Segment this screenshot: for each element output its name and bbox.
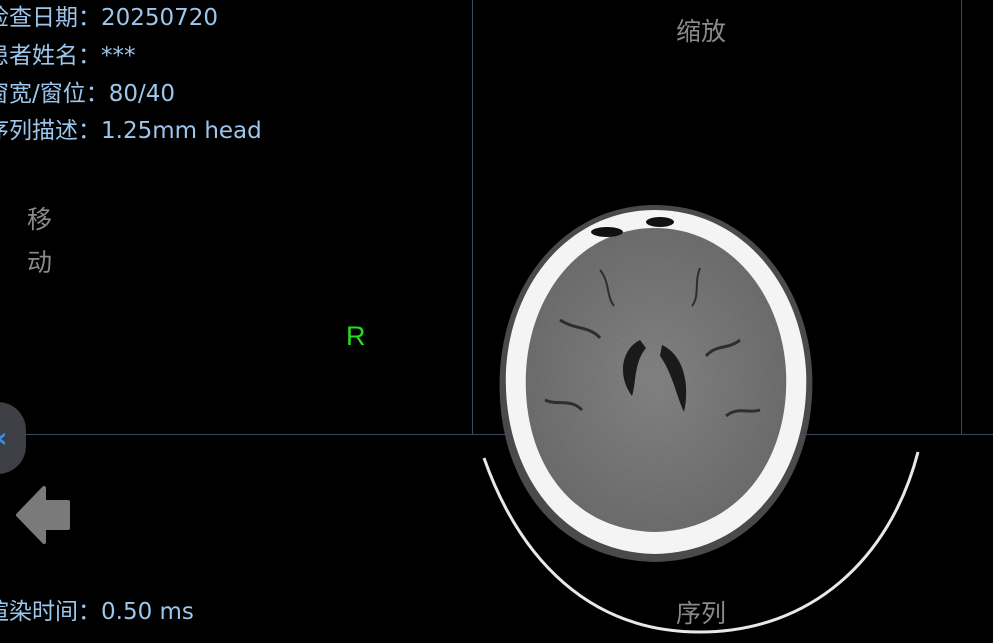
window-level-label: 窗宽/窗位：80/40	[0, 81, 176, 107]
arrow-left-icon[interactable]	[14, 484, 72, 546]
exam-date-label: 检查日期：20250720	[0, 5, 219, 31]
viewport-divider-vertical-2	[961, 0, 962, 434]
move-tool-label-2[interactable]: 动	[27, 243, 52, 279]
ct-brain-image[interactable]	[470, 200, 930, 640]
zoom-tool-label[interactable]: 缩放	[676, 12, 726, 48]
series-description-label: 序列描述：1.25mm head	[0, 118, 262, 144]
side-panel-handle[interactable]: ‹	[0, 402, 26, 474]
render-time-label: 渲染时间：0.50 ms	[0, 599, 194, 625]
orientation-marker-right: R	[346, 321, 366, 351]
frontal-sinus-left	[591, 227, 623, 237]
move-tool-label-1[interactable]: 移	[27, 200, 52, 236]
series-tool-label[interactable]: 序列	[676, 594, 726, 630]
chevron-left-icon: ‹	[0, 421, 8, 454]
patient-name-label: 患者姓名：***	[0, 43, 136, 69]
frontal-sinus-right	[646, 217, 674, 227]
